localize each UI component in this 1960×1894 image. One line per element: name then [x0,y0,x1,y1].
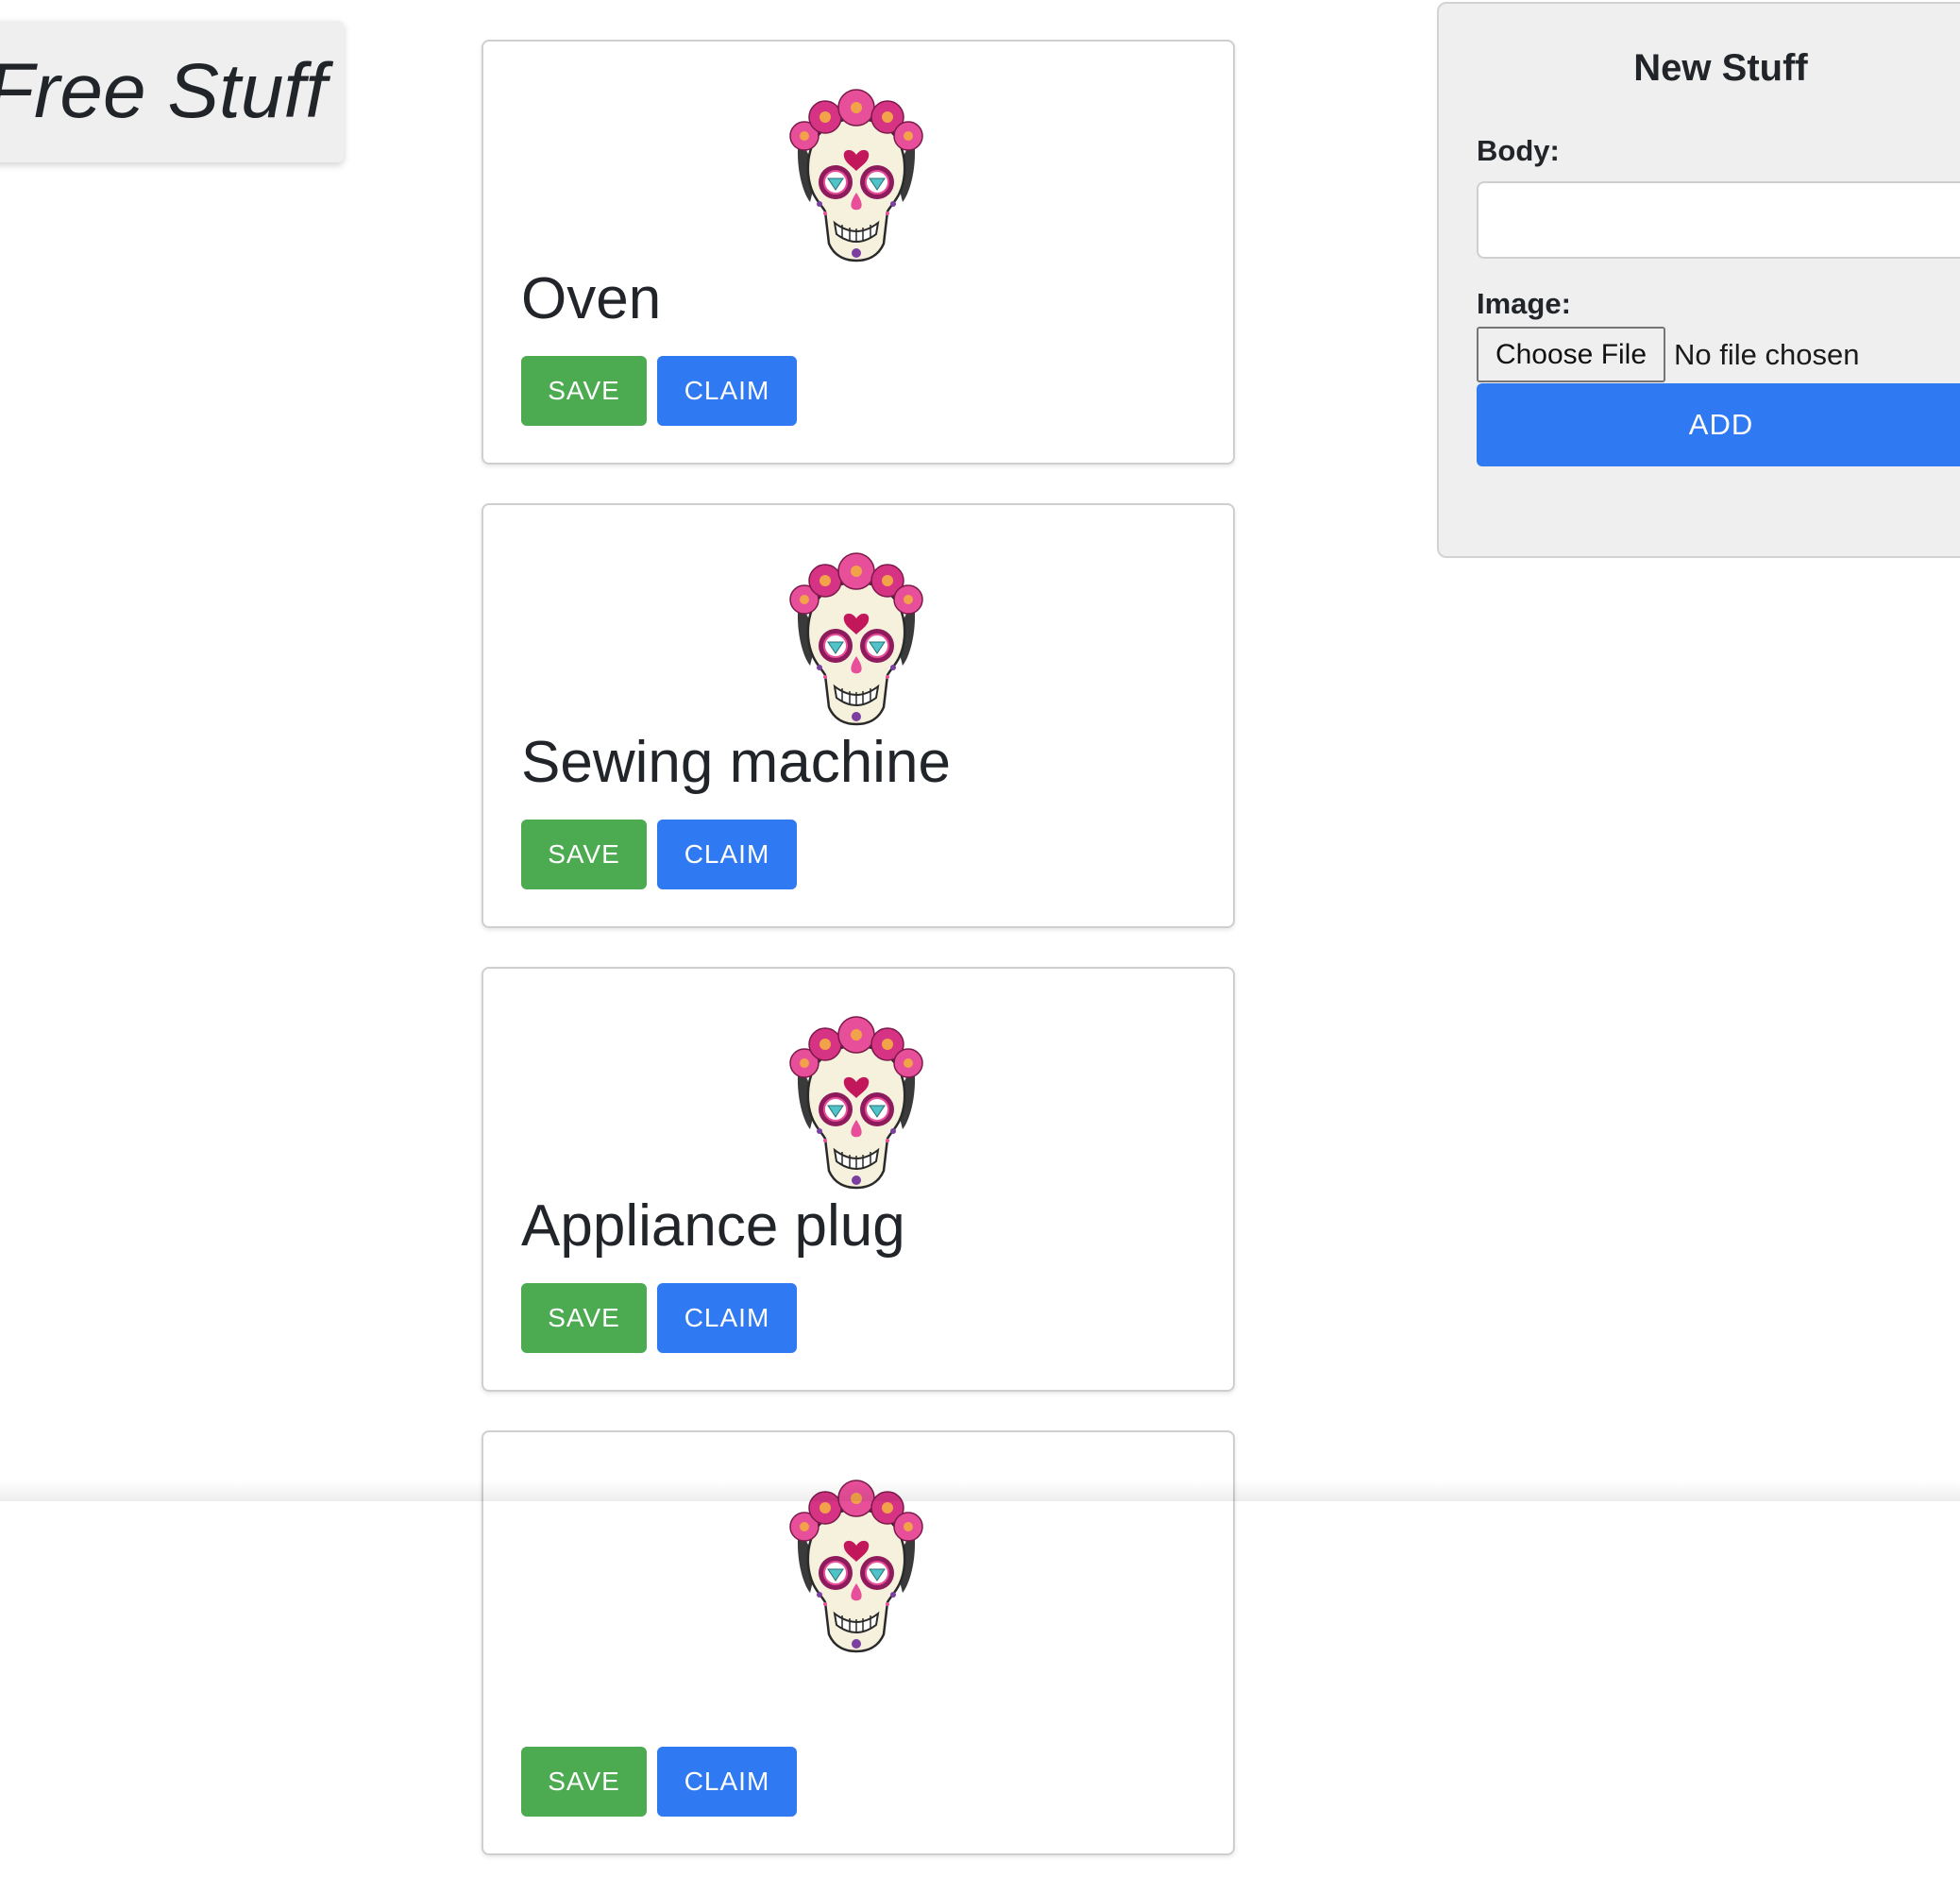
item-actions: SAVE CLAIM [521,820,797,889]
choose-file-button[interactable]: Choose File [1477,327,1665,382]
file-status: No file chosen [1674,337,1860,371]
claim-button[interactable]: CLAIM [657,1747,797,1817]
sugar-skull-icon [788,88,924,262]
add-button[interactable]: ADD [1477,383,1960,466]
sugar-skull-icon [788,1479,924,1653]
save-button[interactable]: SAVE [521,820,647,889]
sugar-skull-icon [788,551,924,726]
add-button-label: ADD [1688,408,1754,441]
brand-title: Free Stuff [0,48,327,134]
claim-button[interactable]: CLAIM [657,1283,797,1353]
body-input[interactable] [1477,181,1960,259]
sugar-skull-icon [788,1015,924,1190]
new-stuff-panel: New Stuff Body: Image: Choose File No fi… [1437,2,1960,558]
item-feed: Oven SAVE CLAIM Sewing machine SAVE CLAI… [482,40,1235,1894]
item-title: Sewing machine [521,730,951,795]
save-button[interactable]: SAVE [521,1747,647,1817]
item-actions: SAVE CLAIM [521,356,797,426]
item-card: Oven SAVE CLAIM [482,40,1235,465]
image-file-input: Choose File No file chosen [1477,327,1859,382]
body-label: Body: [1477,134,1560,167]
save-button[interactable]: SAVE [521,1283,647,1353]
image-label: Image: [1477,287,1571,320]
item-card: Appliance plug SAVE CLAIM [482,967,1235,1392]
item-title: Appliance plug [521,1193,905,1259]
item-actions: SAVE CLAIM [521,1747,797,1817]
claim-button[interactable]: CLAIM [657,820,797,889]
item-title: Oven [521,266,662,331]
save-button[interactable]: SAVE [521,356,647,426]
claim-button[interactable]: CLAIM [657,356,797,426]
item-card: SAVE CLAIM [482,1430,1235,1855]
panel-title: New Stuff [1633,47,1808,89]
item-card: Sewing machine SAVE CLAIM [482,503,1235,928]
item-actions: SAVE CLAIM [521,1283,797,1353]
brand-header: Free Stuff [0,21,344,162]
